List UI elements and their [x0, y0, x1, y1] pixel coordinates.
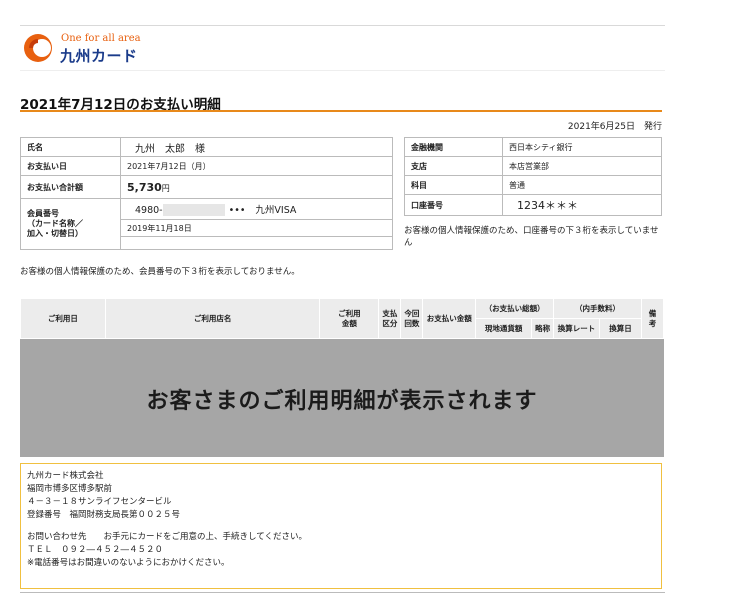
name-label: 氏名 [20, 137, 121, 157]
col-times: 今回 回数 [400, 298, 424, 339]
account-type-row: 科目 普通 [404, 175, 662, 195]
member-extra-cell [120, 236, 393, 250]
footer-address-2: ４－３－１８サンライフセンタービル [27, 497, 172, 507]
col-date: ご利用日 [20, 298, 106, 339]
bottom-divider [20, 592, 665, 593]
kyushu-card-logo-icon [24, 34, 52, 62]
statement-page: One for all area 九州カード 2021年7月12日のお支払い明細… [0, 0, 743, 601]
bank-label: 金融機関 [404, 137, 503, 157]
logo-tagline: One for all area [61, 33, 141, 44]
col-remarks-line1: 備 [648, 308, 657, 318]
issue-date: 2021年6月25日 発行 [567, 122, 662, 132]
col-payment: お支払い金額 [422, 298, 477, 339]
footer-tel-note: ※電話番号はお間違いのないようにおかけください。 [27, 558, 230, 568]
col-shop: ご利用店名 [104, 298, 321, 339]
col-times-line2: 回数 [404, 318, 420, 328]
member-privacy-note: お客様の個人情報保護のため、会員番号の下３桁を表示しておりません。 [20, 267, 300, 277]
account-no-label: 口座番号 [404, 194, 503, 216]
account-no-row: 口座番号 1234＊＊＊ [404, 194, 662, 216]
logo-name: 九州カード [60, 47, 138, 65]
member-no-label-line3: 加入・切替日） [27, 229, 83, 238]
col-amount: ご利用 金額 [319, 298, 380, 339]
footer-company: 九州カード株式会社 [27, 471, 104, 481]
col-pay-total: （お支払い総額） [475, 298, 555, 319]
join-date: 2019年11月18日 [120, 219, 393, 237]
pay-date-row: お支払い日 2021年7月12日（月） [20, 156, 393, 176]
col-type: 支払 区分 [378, 298, 402, 339]
member-no-label: 会員番号 （カード名称／ 加入・切替日） [20, 198, 121, 250]
account-type-value: 普通 [502, 175, 662, 195]
branch-row: 支店 本店営業部 [404, 156, 662, 176]
footer-contact: お問い合わせ先 お手元にカードをご用意の上、手続きしてください。 [27, 532, 307, 542]
col-rate: 換算レート [553, 318, 601, 339]
member-no-prefix: 4980- [135, 204, 163, 216]
total-label: お支払い合計額 [20, 175, 121, 199]
col-fee: （内手数料） [553, 298, 642, 319]
col-abbr: 略称 [531, 318, 555, 339]
col-type-line2: 区分 [382, 318, 398, 328]
total-value: 5,730 [127, 180, 162, 194]
pay-date-value: 2021年7月12日（月） [120, 156, 393, 176]
bank-value: 西日本シティ銀行 [502, 137, 662, 157]
company-footer: 九州カード株式会社 福岡市博多区博多駅前 ４－３－１８サンライフセンタービル 登… [20, 463, 662, 589]
branch-value: 本店営業部 [502, 156, 662, 176]
member-no-label-line1: 会員番号 [27, 209, 59, 218]
total-cell: 5,730円 [120, 175, 393, 199]
col-type-line1: 支払 [382, 308, 398, 318]
footer-registration: 登録番号 福岡財務支局長第００２５号 [27, 510, 181, 520]
name-value: 九州 太郎 様 [120, 137, 393, 157]
member-no-label-line2: （カード名称／ [27, 219, 83, 228]
bank-info-table: 金融機関 西日本シティ銀行 支店 本店営業部 科目 普通 口座番号 1234＊＊… [404, 137, 662, 216]
member-info-table: 氏名 九州 太郎 様 お支払い日 2021年7月12日（月） お支払い合計額 5… [20, 137, 393, 250]
card-name: 九州VISA [255, 204, 297, 216]
usage-header-table: ご利用日 ご利用店名 ご利用 金額 支払 区分 今回 回数 お支払い金額 （お支払い総… [20, 298, 665, 339]
footer-tel: ＴＥＬ ０９２―４５２―４５２０ [27, 545, 164, 555]
title-underline [20, 110, 662, 112]
branch-label: 支店 [404, 156, 503, 176]
member-no-cell: 4980- ••• 九州VISA [120, 198, 393, 220]
account-type-label: 科目 [404, 175, 503, 195]
member-no-blurred [162, 204, 225, 217]
pay-date-label: お支払い日 [20, 156, 121, 176]
account-no-value: 1234＊＊＊ [502, 194, 662, 216]
col-remarks: 備考 [640, 298, 665, 339]
col-times-line1: 今回 [404, 308, 420, 318]
col-rate-date: 換算日 [599, 318, 642, 339]
name-row: 氏名 九州 太郎 様 [20, 137, 393, 157]
member-no-mask: ••• [228, 204, 246, 216]
usage-detail-placeholder: お客さまのご利用明細が表示されます [20, 339, 664, 457]
placeholder-message: お客さまのご利用明細が表示されます [146, 389, 538, 414]
member-no-row: 会員番号 （カード名称／ 加入・切替日） 4980- ••• 九州VISA [20, 198, 393, 250]
total-unit: 円 [161, 183, 170, 193]
col-local-amount: 現地通貨額 [475, 318, 533, 339]
usage-header-row1: ご利用日 ご利用店名 ご利用 金額 支払 区分 今回 回数 お支払い金額 （お支払い総… [20, 298, 665, 339]
footer-address-1: 福岡市博多区博多駅前 [27, 484, 113, 494]
bank-privacy-note: お客様の個人情報保護のため、口座番号の下３桁を表示していません [404, 226, 659, 248]
total-row: お支払い合計額 5,730円 [20, 175, 393, 199]
top-divider [20, 25, 665, 26]
col-amount-line2: 金額 [341, 318, 357, 328]
header-divider [20, 70, 665, 71]
col-remarks-line2: 考 [648, 318, 657, 328]
bank-row: 金融機関 西日本シティ銀行 [404, 137, 662, 157]
col-amount-line1: ご利用 [338, 308, 361, 318]
